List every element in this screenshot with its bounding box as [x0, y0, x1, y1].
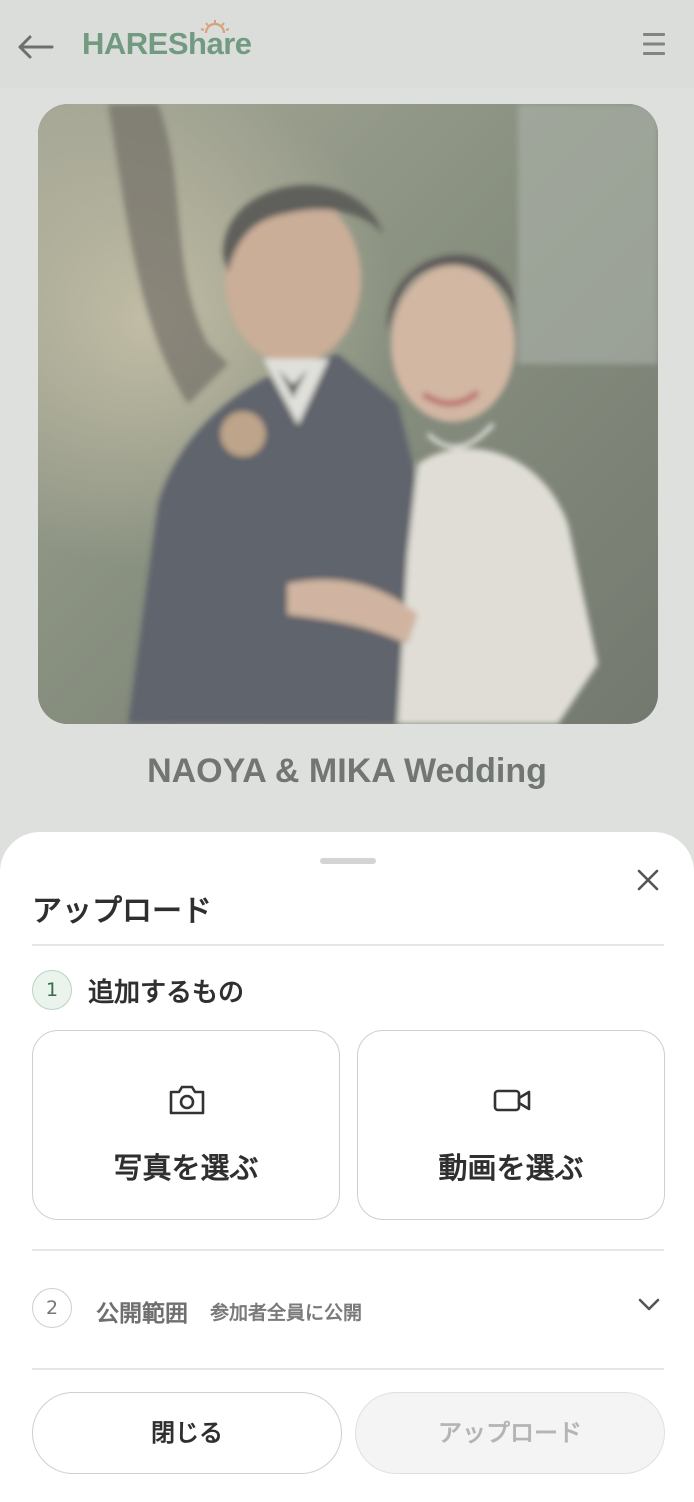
chevron-down-icon[interactable] [636, 1292, 662, 1316]
choose-video-button[interactable]: 動画を選ぶ [357, 1030, 665, 1220]
step-2-badge: 2 [32, 1288, 72, 1328]
close-button[interactable]: 閉じる [32, 1392, 342, 1474]
step-1-badge: 1 [32, 970, 72, 1010]
close-icon[interactable] [633, 865, 663, 895]
divider [32, 1368, 664, 1370]
sheet-drag-handle[interactable] [320, 858, 376, 864]
camera-icon [167, 1083, 207, 1117]
choose-video-label: 動画を選ぶ [438, 1151, 584, 1185]
choose-photo-button[interactable]: 写真を選ぶ [32, 1030, 340, 1220]
step-2-label: 公開範囲 [96, 1301, 188, 1327]
divider [32, 1249, 664, 1251]
visibility-value[interactable]: 参加者全員に公開 [210, 1298, 362, 1325]
upload-button[interactable]: アップロード [355, 1392, 665, 1474]
step-1-label: 追加するもの [88, 978, 245, 1008]
sheet-title: アップロード [32, 894, 212, 929]
video-camera-icon [492, 1083, 532, 1117]
upload-bottom-sheet: アップロード 1 追加するもの 写真を選ぶ 動画を選ぶ 2 公開範囲 参加者全員… [0, 832, 694, 1502]
choose-photo-label: 写真を選ぶ [113, 1151, 259, 1185]
divider [32, 944, 664, 946]
